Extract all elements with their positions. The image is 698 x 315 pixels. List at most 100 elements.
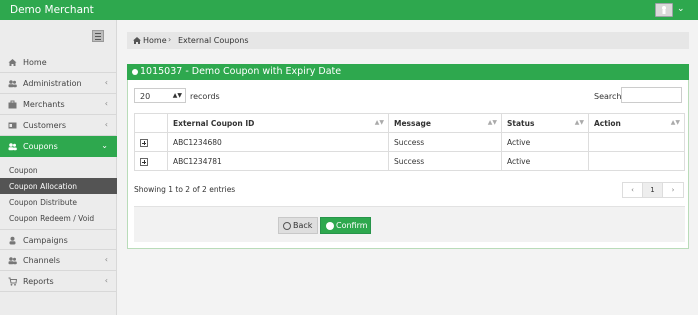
- globe-icon: [132, 69, 138, 75]
- sidebar-subitem-label: Coupon Distribute: [9, 198, 78, 207]
- sort-icon: ▲▼: [374, 119, 384, 126]
- briefcase-icon: [8, 100, 17, 109]
- cart-icon: [8, 277, 17, 286]
- back-button-label: Back: [293, 221, 313, 230]
- expand-row-icon[interactable]: [140, 157, 148, 166]
- sidebar-subitem-coupon-allocation[interactable]: Coupon Allocation: [0, 178, 117, 194]
- column-header-message[interactable]: Message ▲▼: [388, 113, 502, 133]
- column-header-action[interactable]: Action ▲▼: [588, 113, 685, 133]
- table-row: ABC1234680 Success Active: [134, 132, 685, 152]
- sidebar-item-label: Merchants: [23, 100, 65, 109]
- id-card-icon: [8, 122, 17, 129]
- records-per-page-value: 20: [140, 92, 151, 101]
- sidebar-subitem-label: Coupon: [9, 166, 38, 175]
- sidebar-toggle-button[interactable]: [92, 30, 104, 42]
- message-cell: Success: [388, 151, 502, 171]
- coupon-panel: 1015037 - Demo Coupon with Expiry Date 2…: [127, 64, 689, 249]
- chevron-left-icon: ‹: [104, 255, 108, 264]
- app-title: Demo Merchant: [10, 4, 94, 16]
- pagination: ‹ 1 ›: [622, 182, 684, 198]
- home-icon: [133, 37, 141, 44]
- search-label: Search:: [594, 92, 625, 101]
- top-bar: Demo Merchant ⌄: [0, 0, 698, 20]
- sort-icon: ▲▼: [670, 119, 680, 126]
- sidebar-item-reports[interactable]: Reports ‹: [0, 271, 117, 292]
- next-page-button[interactable]: ›: [663, 183, 683, 197]
- message-cell: Success: [388, 132, 502, 152]
- status-cell: Active: [501, 132, 589, 152]
- sidebar: Home Administration ‹ Merchants ‹ Custom…: [0, 20, 117, 315]
- sidebar-item-channels[interactable]: Channels ‹: [0, 250, 117, 271]
- users-icon: [8, 143, 17, 151]
- sort-icon: ▲▼: [574, 119, 584, 126]
- table-header-row: External Coupon ID ▲▼ Message ▲▼ Status ▲▼ …: [134, 113, 685, 133]
- users-icon: [8, 80, 17, 88]
- chevron-down-icon: ⌄: [101, 141, 108, 150]
- chevron-left-icon: ‹: [104, 120, 108, 129]
- sidebar-item-campaigns[interactable]: Campaigns: [0, 229, 117, 250]
- menu-icon-bar: [95, 36, 101, 37]
- breadcrumb-current: External Coupons: [178, 36, 249, 45]
- sidebar-item-label: Channels: [23, 256, 61, 265]
- sidebar-item-label: Home: [23, 58, 47, 67]
- users-icon: [8, 257, 17, 265]
- form-actions: Back Confirm: [134, 206, 685, 242]
- table-row: ABC1234781 Success Active: [134, 151, 685, 171]
- coupon-table: External Coupon ID ▲▼ Message ▲▼ Status ▲▼ …: [134, 113, 685, 171]
- user-menu-button[interactable]: [655, 3, 673, 17]
- confirm-button[interactable]: Confirm: [320, 217, 371, 234]
- panel-header: 1015037 - Demo Coupon with Expiry Date: [127, 64, 689, 80]
- back-button[interactable]: Back: [278, 217, 318, 234]
- sidebar-item-merchants[interactable]: Merchants ‹: [0, 94, 117, 115]
- sidebar-subitem-coupon-redeem-void[interactable]: Coupon Redeem / Void: [0, 210, 117, 226]
- sort-icon: ▲▼: [487, 119, 497, 126]
- column-header-label: Message: [394, 118, 431, 128]
- column-header-status[interactable]: Status ▲▼: [501, 113, 589, 133]
- action-cell: [588, 132, 685, 152]
- action-cell: [588, 151, 685, 171]
- column-header-label: Status: [507, 118, 535, 128]
- sidebar-item-customers[interactable]: Customers ‹: [0, 115, 117, 136]
- status-cell: Active: [501, 151, 589, 171]
- records-label: records: [190, 92, 220, 101]
- previous-page-button[interactable]: ‹: [623, 183, 643, 197]
- sidebar-item-label: Coupons: [23, 142, 58, 151]
- records-per-page-select[interactable]: 20 ▲▼: [134, 88, 186, 103]
- home-icon: [8, 59, 17, 66]
- plus-circle-icon: [326, 222, 334, 230]
- page-1-button[interactable]: 1: [643, 183, 663, 197]
- sidebar-item-label: Campaigns: [23, 236, 68, 245]
- sidebar-item-label: Customers: [23, 121, 67, 130]
- sidebar-subitem-coupon[interactable]: Coupon: [0, 162, 117, 178]
- chevron-down-icon[interactable]: ⌄: [677, 4, 685, 14]
- sidebar-subitem-label: Coupon Allocation: [9, 182, 78, 191]
- arrow-left-circle-icon: [283, 222, 291, 230]
- expand-row-icon[interactable]: [140, 138, 148, 147]
- column-header-expand: [134, 113, 168, 133]
- sidebar-subitem-label: Coupon Redeem / Void: [9, 214, 95, 223]
- breadcrumb-separator: ›: [168, 35, 172, 44]
- table-info: Showing 1 to 2 of 2 entries: [134, 185, 236, 194]
- sidebar-item-coupons[interactable]: Coupons ⌄: [0, 136, 117, 157]
- user-icon: [9, 236, 16, 245]
- menu-icon-bar: [95, 39, 101, 40]
- coupon-id-cell: ABC1234781: [167, 151, 389, 171]
- sidebar-item-home[interactable]: Home: [0, 52, 117, 73]
- sidebar-item-label: Reports: [23, 277, 54, 286]
- column-header-external-coupon-id[interactable]: External Coupon ID ▲▼: [167, 113, 389, 133]
- column-header-label: External Coupon ID: [173, 118, 255, 128]
- column-header-label: Action: [594, 118, 621, 128]
- chevron-left-icon: ‹: [104, 99, 108, 108]
- breadcrumb: Home › External Coupons: [127, 32, 689, 49]
- chevron-left-icon: ‹: [104, 78, 108, 87]
- sidebar-item-label: Administration: [23, 79, 82, 88]
- sidebar-item-administration[interactable]: Administration ‹: [0, 73, 117, 94]
- breadcrumb-home-link[interactable]: Home: [143, 36, 167, 45]
- select-arrows-icon: ▲▼: [172, 92, 182, 99]
- panel-title: 1015037 - Demo Coupon with Expiry Date: [140, 66, 342, 77]
- user-icon: [662, 6, 666, 14]
- coupon-id-cell: ABC1234680: [167, 132, 389, 152]
- search-input[interactable]: [621, 87, 682, 103]
- confirm-button-label: Confirm: [336, 221, 368, 230]
- sidebar-subitem-coupon-distribute[interactable]: Coupon Distribute: [0, 194, 117, 210]
